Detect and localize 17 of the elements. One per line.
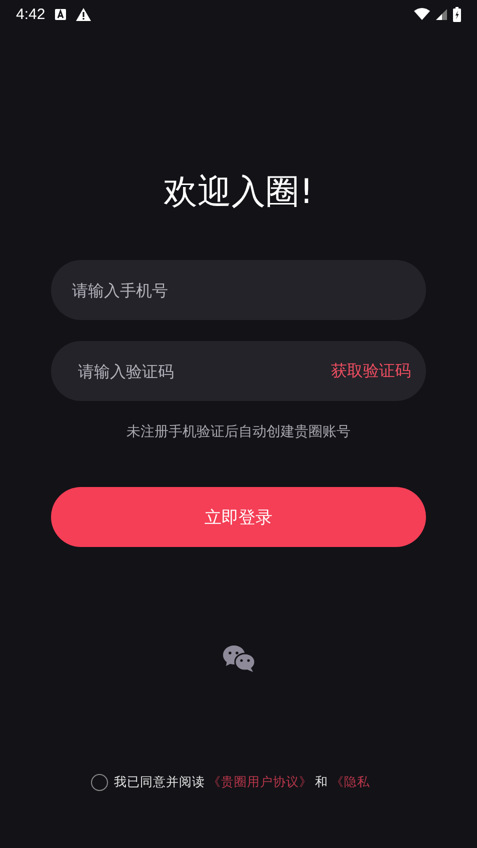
agreement-text: 我已同意并阅读 xyxy=(114,774,205,791)
privacy-link[interactable]: 《隐私 xyxy=(331,774,370,791)
wifi-icon xyxy=(414,8,430,20)
hint-text: 未注册手机验证后自动创建贵圈账号 xyxy=(126,423,350,442)
signal-icon xyxy=(436,8,447,20)
wechat-icon[interactable] xyxy=(222,644,256,672)
notification-icon xyxy=(55,8,66,20)
and-text: 和 xyxy=(315,774,328,791)
status-time: 4:42 xyxy=(16,6,46,22)
battery-icon xyxy=(453,6,461,22)
user-agreement-link[interactable]: 《贵圈用户协议》 xyxy=(208,774,312,791)
warning-icon xyxy=(76,8,92,20)
phone-input-field[interactable]: 请输入手机号 xyxy=(51,260,426,320)
get-code-link[interactable]: 获取验证码 xyxy=(331,359,411,383)
welcome-title: 欢迎入圈! xyxy=(164,171,314,214)
agree-checkbox[interactable] xyxy=(91,774,108,791)
login-button[interactable]: 立即登录 xyxy=(51,487,426,547)
